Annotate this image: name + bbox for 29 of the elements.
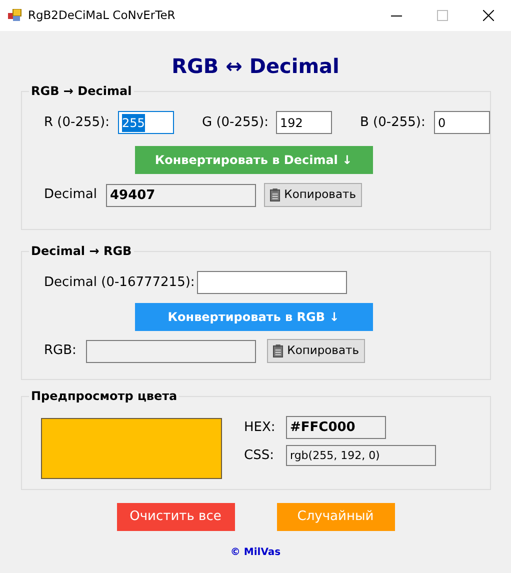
channel-input-field[interactable]: 192	[276, 111, 332, 134]
hex-field[interactable]: #FFC000	[286, 416, 386, 439]
rgb-label: RGB:	[44, 342, 78, 360]
action-button[interactable]: Очистить все	[116, 503, 234, 531]
selected-text: 255	[122, 114, 145, 132]
group-title: Предпросмотр цвета	[29, 388, 180, 404]
clipboard-icon	[273, 344, 284, 358]
window-title: RgB2DeCiMaL CoNvErTeR	[28, 6, 176, 24]
decimal-input-field[interactable]	[197, 271, 347, 294]
clipboard-icon	[270, 188, 280, 202]
channel-input-field[interactable]: 255	[118, 111, 174, 134]
decimal-label: Decimal	[44, 186, 98, 204]
copy-button[interactable]: Копировать	[267, 339, 365, 363]
app-icon	[8, 9, 22, 22]
selected-text: 0	[438, 114, 446, 132]
copyright-text: © MilVas	[230, 547, 281, 558]
channel-label: G (0-255):	[202, 114, 270, 132]
channel-input-field[interactable]: 0	[434, 111, 490, 134]
channel-label: B (0-255):	[360, 114, 426, 132]
copy-button[interactable]: Копировать	[264, 183, 362, 207]
decimal-input-label: Decimal (0-16777215):	[44, 274, 196, 292]
channel-label: R (0-255):	[44, 114, 110, 132]
rgb-output-field[interactable]	[86, 340, 256, 362]
app-heading: RGB ↔ Decimal	[170, 53, 340, 80]
selected-text: 192	[280, 114, 303, 132]
hex-label: HEX:	[244, 418, 276, 437]
css-field[interactable]: rgb(255, 192, 0)	[286, 445, 436, 466]
decimal-output-field[interactable]: 49407	[106, 184, 256, 206]
css-label: CSS:	[244, 446, 275, 465]
